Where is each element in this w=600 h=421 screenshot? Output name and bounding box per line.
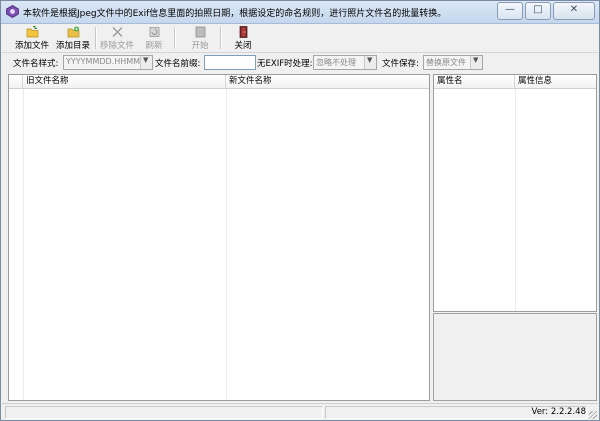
app-camera-icon <box>6 5 19 18</box>
refresh-button[interactable]: 刷新 <box>140 25 168 51</box>
no-exif-label: 无EXIF时处理: <box>257 59 313 69</box>
status-bar: Ver: 2.2.2.48 <box>2 403 598 420</box>
window-title: 本软件是根据Jpeg文件中的Exif信息里面的拍照日期，根据设定的命名规则，进行… <box>23 9 447 19</box>
header-spacer <box>9 75 23 88</box>
version-text: Ver: 2.2.2.48 <box>531 407 586 417</box>
exit-door-icon <box>239 26 247 38</box>
add-folder-label: 添加目录 <box>55 41 90 51</box>
close-icon: ✕ <box>569 4 579 15</box>
maximize-icon: □ <box>533 4 543 15</box>
add-file-button[interactable]: 添加文件 <box>12 25 52 51</box>
start-label: 开始 <box>191 41 209 51</box>
status-panel <box>5 406 323 419</box>
column-divider <box>515 89 516 311</box>
column-property-name[interactable]: 属性名 <box>434 75 515 88</box>
preview-panel <box>433 313 597 401</box>
minimize-icon: — <box>505 4 515 15</box>
no-exif-value: 忽略不处理 <box>316 58 356 67</box>
toolbar: 添加文件 添加目录 移除文件 刷新 开始 关闭 <box>2 24 598 53</box>
resize-grip[interactable] <box>589 411 597 419</box>
name-style-value: YYYYMMDD.HHMMSS <box>66 57 151 66</box>
save-value: 替换原文件 <box>426 58 466 67</box>
property-list-header: 属性名 属性信息 <box>434 75 596 89</box>
column-old-name[interactable]: 旧文件名称 <box>23 75 226 88</box>
options-bar: 文件名样式: YYYYMMDD.HHMMSS ▼ 文件名前缀: 无EXIF时处理… <box>2 54 598 72</box>
remove-file-label: 移除文件 <box>99 41 134 51</box>
column-divider <box>23 89 24 400</box>
name-style-label: 文件名样式: <box>13 59 59 69</box>
title-bar[interactable]: 本软件是根据Jpeg文件中的Exif信息里面的拍照日期，根据设定的命名规则，进行… <box>1 1 599 24</box>
column-property-info[interactable]: 属性信息 <box>515 75 596 88</box>
add-folder-icon <box>67 26 79 38</box>
close-window-button[interactable]: ✕ <box>553 2 595 20</box>
toolbar-separator <box>95 27 97 49</box>
chevron-down-icon: ▼ <box>470 56 482 69</box>
add-folder-button[interactable]: 添加目录 <box>53 25 93 51</box>
column-new-name[interactable]: 新文件名称 <box>226 75 429 88</box>
maximize-button[interactable]: □ <box>525 2 551 20</box>
prefix-label: 文件名前缀: <box>155 59 201 69</box>
start-button[interactable]: 开始 <box>186 25 214 51</box>
window-controls: — □ ✕ <box>495 2 595 20</box>
save-label: 文件保存: <box>382 59 419 69</box>
column-divider <box>226 89 227 400</box>
chevron-down-icon: ▼ <box>140 56 152 69</box>
close-label: 关闭 <box>234 41 252 51</box>
toolbar-separator <box>174 27 176 49</box>
remove-icon <box>112 27 122 37</box>
save-select[interactable]: 替换原文件 ▼ <box>423 55 483 70</box>
name-style-select[interactable]: YYYYMMDD.HHMMSS ▼ <box>63 55 153 70</box>
close-button[interactable]: 关闭 <box>229 25 257 51</box>
file-list[interactable]: 旧文件名称 新文件名称 <box>8 74 430 401</box>
refresh-label: 刷新 <box>145 41 163 51</box>
no-exif-select[interactable]: 忽略不处理 ▼ <box>313 55 377 70</box>
main-window: 本软件是根据Jpeg文件中的Exif信息里面的拍照日期，根据设定的命名规则，进行… <box>0 0 600 421</box>
add-file-icon <box>26 26 38 38</box>
minimize-button[interactable]: — <box>497 2 523 20</box>
file-list-header: 旧文件名称 新文件名称 <box>9 75 429 89</box>
prefix-input[interactable] <box>204 55 256 70</box>
toolbar-separator <box>220 27 222 49</box>
remove-file-button[interactable]: 移除文件 <box>98 25 136 51</box>
refresh-icon <box>149 27 159 37</box>
property-list[interactable]: 属性名 属性信息 <box>433 74 597 312</box>
start-icon <box>195 26 205 38</box>
add-file-label: 添加文件 <box>14 41 49 51</box>
chevron-down-icon: ▼ <box>364 56 376 69</box>
